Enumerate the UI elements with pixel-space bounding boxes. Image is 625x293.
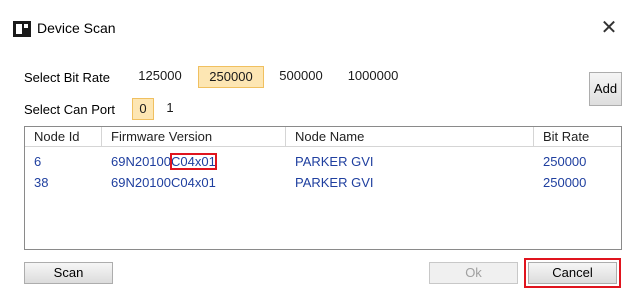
bit-rate-cell: 250000	[543, 154, 587, 169]
firmware-version-cell: 69N20100C04x01	[102, 152, 217, 172]
can-port-option-0[interactable]: 0	[132, 98, 154, 120]
bit-rate-option-500000[interactable]: 500000	[271, 66, 331, 88]
table-row[interactable]: 6 69N20100C04x01 PARKER GVI 250000	[25, 152, 621, 172]
node-id-cell: 6	[34, 154, 42, 169]
table-row[interactable]: 38 69N20100C04x01 PARKER GVI 250000	[25, 173, 621, 193]
scan-button[interactable]: Scan	[24, 262, 113, 284]
bit-rate-option-1000000[interactable]: 1000000	[340, 66, 406, 88]
column-bit-rate[interactable]: Bit Rate	[534, 127, 621, 147]
firmware-version-cell: 69N20100C04x01	[111, 175, 216, 190]
add-button[interactable]: Add	[589, 72, 622, 106]
window-title: Device Scan	[37, 20, 116, 36]
column-node-id[interactable]: Node Id	[25, 127, 102, 147]
title-bar: Device Scan ✕	[0, 0, 625, 40]
ok-button[interactable]: Ok	[429, 262, 518, 284]
bit-rate-label: Select Bit Rate	[24, 70, 110, 85]
column-firmware-version[interactable]: Firmware Version	[102, 127, 286, 147]
bit-rate-cell: 250000	[543, 175, 587, 190]
device-scan-icon	[13, 21, 31, 37]
firmware-prefix: 69N20100	[111, 154, 171, 169]
bit-rate-option-125000[interactable]: 125000	[135, 66, 185, 88]
close-icon[interactable]: ✕	[596, 15, 622, 41]
node-name-cell: PARKER GVI	[295, 154, 374, 169]
node-table: Node Id Firmware Version Node Name Bit R…	[24, 126, 622, 250]
table-header: Node Id Firmware Version Node Name Bit R…	[25, 127, 621, 147]
firmware-suffix-highlight: C04x01	[170, 153, 217, 170]
can-port-label: Select Can Port	[24, 102, 116, 117]
cancel-button[interactable]: Cancel	[524, 258, 621, 288]
device-scan-dialog: Device Scan ✕ Select Bit Rate 125000 250…	[0, 0, 625, 293]
column-node-name[interactable]: Node Name	[286, 127, 534, 147]
can-port-option-1[interactable]: 1	[162, 98, 178, 120]
node-name-cell: PARKER GVI	[295, 175, 374, 190]
node-id-cell: 38	[34, 175, 49, 190]
bit-rate-option-250000[interactable]: 250000	[198, 66, 264, 88]
